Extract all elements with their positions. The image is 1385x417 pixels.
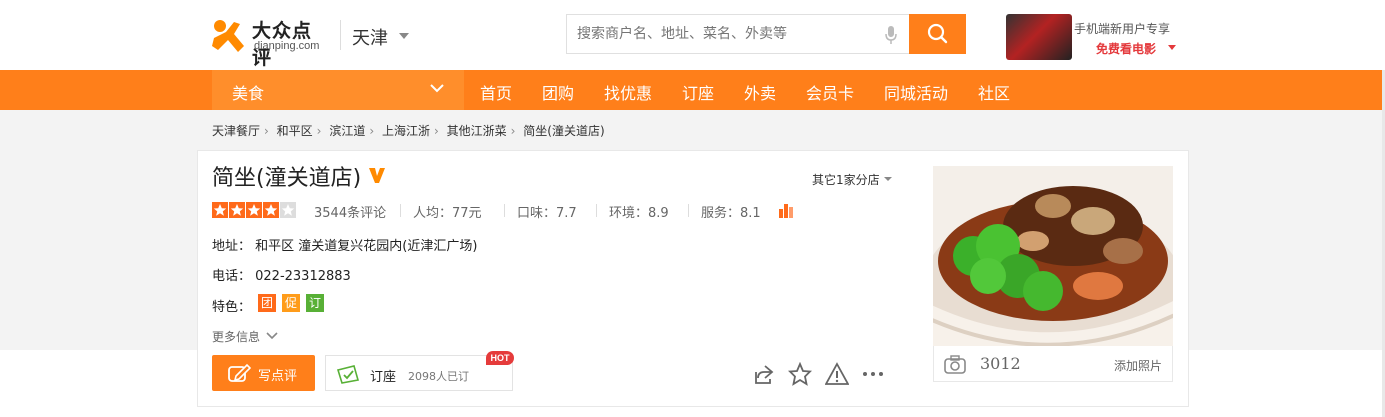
mobile-promo-banner[interactable]: 手机端新用户专享 免费看电影 (1006, 14, 1176, 60)
metric-divider (504, 204, 505, 217)
photo-count[interactable]: 3012 (980, 354, 1021, 373)
shop-address: 地址： 和平区 潼关道复兴花园内(近津汇广场) (212, 239, 478, 254)
metric-divider (688, 204, 689, 217)
breadcrumb-separator: › (433, 124, 439, 138)
environment-score: 环境：8.9 (609, 206, 669, 221)
breadcrumb-item[interactable]: 和平区 (277, 124, 313, 138)
nav-item-reserve[interactable]: 订座 (682, 80, 714, 104)
write-review-button[interactable]: 写点评 (212, 355, 315, 391)
shop-phone: 电话： 022-23312883 (212, 269, 351, 284)
taste-score: 口味：7.7 (517, 206, 577, 221)
more-info-link[interactable]: 更多信息 (212, 328, 260, 345)
breadcrumb-item[interactable]: 滨江道 (329, 124, 365, 138)
reserve-button[interactable]: 订座 2098人已订 (325, 355, 513, 391)
breadcrumb-separator: › (264, 124, 269, 138)
breadcrumb-separator: › (369, 124, 375, 138)
metric-divider (400, 204, 401, 217)
search-icon (927, 23, 948, 44)
nav-item-events[interactable]: 同城活动 (884, 80, 948, 104)
promo-line2: 免费看电影 (1096, 42, 1157, 56)
logo-mark-icon (212, 20, 244, 52)
star-rating (212, 202, 296, 218)
reservation-check-icon (336, 365, 360, 384)
pencil-note-icon (228, 363, 251, 382)
tag-reservation[interactable]: 订 (306, 294, 324, 312)
avg-price: 人均：77元 (413, 206, 482, 221)
score-chart-icon[interactable] (778, 203, 794, 218)
promo-caret-icon (1168, 45, 1176, 50)
camera-icon (944, 355, 966, 374)
nav-item-takeout[interactable]: 外卖 (744, 80, 776, 104)
review-count[interactable]: 3544条评论 (314, 202, 386, 221)
breadcrumb-separator: › (316, 124, 322, 138)
category-label: 美食 (232, 84, 265, 103)
shop-name: 简坐(潼关道店) (212, 166, 362, 191)
food-clay-pot-image (933, 166, 1173, 346)
city-selector[interactable]: 天津 (352, 24, 388, 50)
nav-item-groupbuy[interactable]: 团购 (542, 80, 574, 104)
photo-footer: 3012 添加照片 (933, 346, 1173, 382)
star-icon (263, 202, 279, 218)
tag-groupbuy[interactable]: 团 (258, 294, 276, 312)
breadcrumb: 天津餐厅 › 和平区 › 滨江道 › 上海江浙 › 其他江浙菜 › 简坐(潼关道店) (212, 122, 609, 139)
tag-promotion[interactable]: 促 (282, 294, 300, 312)
nav-item-membership[interactable]: 会员卡 (806, 80, 854, 104)
share-icon[interactable] (752, 362, 776, 386)
write-review-label: 写点评 (258, 369, 298, 384)
microphone-icon[interactable] (885, 26, 897, 44)
other-branches-link[interactable]: 其它1家分店 (812, 171, 880, 188)
features-label: 特色： (212, 300, 252, 315)
add-photo-link[interactable]: 添加照片 (1114, 357, 1162, 374)
city-caret-icon[interactable] (399, 33, 409, 39)
star-icon (229, 202, 245, 218)
dianping-logo[interactable]: 大众点评 dianping.com (210, 14, 330, 69)
search-box (566, 14, 966, 54)
more-options-icon[interactable] (861, 362, 885, 386)
star-icon (246, 202, 262, 218)
chevron-down-icon (430, 84, 444, 93)
nav-item-home[interactable]: 首页 (480, 80, 512, 104)
reserve-label: 订座 (370, 370, 397, 385)
logo-text-en: dianping.com (254, 40, 320, 52)
metric-divider (596, 204, 597, 217)
breadcrumb-current: 简坐(潼关道店) (523, 124, 605, 138)
breadcrumb-item[interactable]: 上海江浙 (382, 124, 430, 138)
logo-divider (340, 20, 341, 50)
search-input[interactable] (577, 26, 877, 42)
favorite-star-icon[interactable] (788, 362, 812, 386)
nav-item-deals[interactable]: 找优惠 (604, 80, 652, 104)
star-icon (212, 202, 228, 218)
hot-badge: HOT (486, 351, 514, 365)
shop-photo[interactable] (933, 166, 1173, 346)
service-score: 服务：8.1 (701, 206, 761, 221)
breadcrumb-separator: › (510, 124, 516, 138)
breadcrumb-item[interactable]: 天津餐厅 (212, 124, 260, 138)
category-dropdown[interactable]: 美食 (212, 70, 464, 110)
chevron-down-icon[interactable] (266, 331, 278, 341)
caret-down-icon[interactable] (884, 177, 892, 181)
main-nav: 美食 首页 团购 找优惠 订座 外卖 会员卡 同城活动 社区 (0, 70, 1385, 110)
search-button[interactable] (909, 14, 966, 54)
site-header: 大众点评 dianping.com 天津 手机端新用户专享 免费看电影 (0, 0, 1385, 70)
movie-promo-image (1006, 14, 1072, 60)
reserve-count: 2098人已订 (408, 370, 469, 383)
report-warning-icon[interactable] (825, 362, 849, 386)
star-icon (280, 202, 296, 218)
breadcrumb-item[interactable]: 其他江浙菜 (447, 124, 507, 138)
nav-item-community[interactable]: 社区 (978, 80, 1010, 104)
verified-v-icon (369, 168, 385, 183)
promo-line1: 手机端新用户专享 (1074, 22, 1171, 36)
